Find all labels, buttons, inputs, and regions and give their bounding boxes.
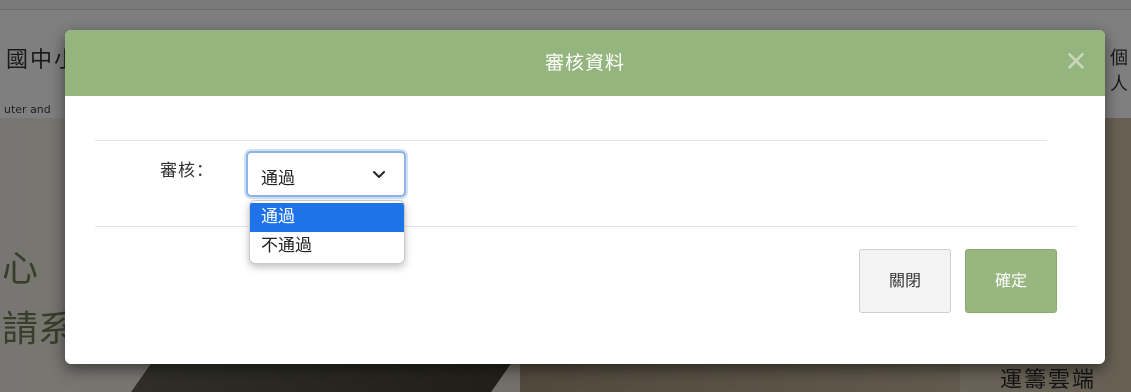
review-label: 審核： [160, 161, 214, 181]
select-option-fail[interactable]: 不通過 [250, 232, 404, 261]
review-modal: 審核資料 ✕ 審核： 通過 通過 不通過 關閉 確定 [65, 30, 1105, 364]
select-option-pass[interactable]: 通過 [250, 203, 404, 232]
divider [95, 226, 1077, 227]
select-value: 通過 [261, 169, 295, 189]
confirm-button[interactable]: 確定 [965, 249, 1057, 313]
close-icon[interactable]: ✕ [1061, 47, 1091, 77]
modal-title: 審核資料 [544, 52, 625, 74]
close-button[interactable]: 關閉 [859, 249, 951, 313]
select-dropdown-list: 通過 不通過 [249, 200, 405, 264]
modal-header: 審核資料 ✕ [65, 30, 1105, 96]
divider [95, 140, 1047, 141]
chevron-down-icon [373, 171, 385, 178]
review-select[interactable]: 通過 [246, 151, 406, 197]
